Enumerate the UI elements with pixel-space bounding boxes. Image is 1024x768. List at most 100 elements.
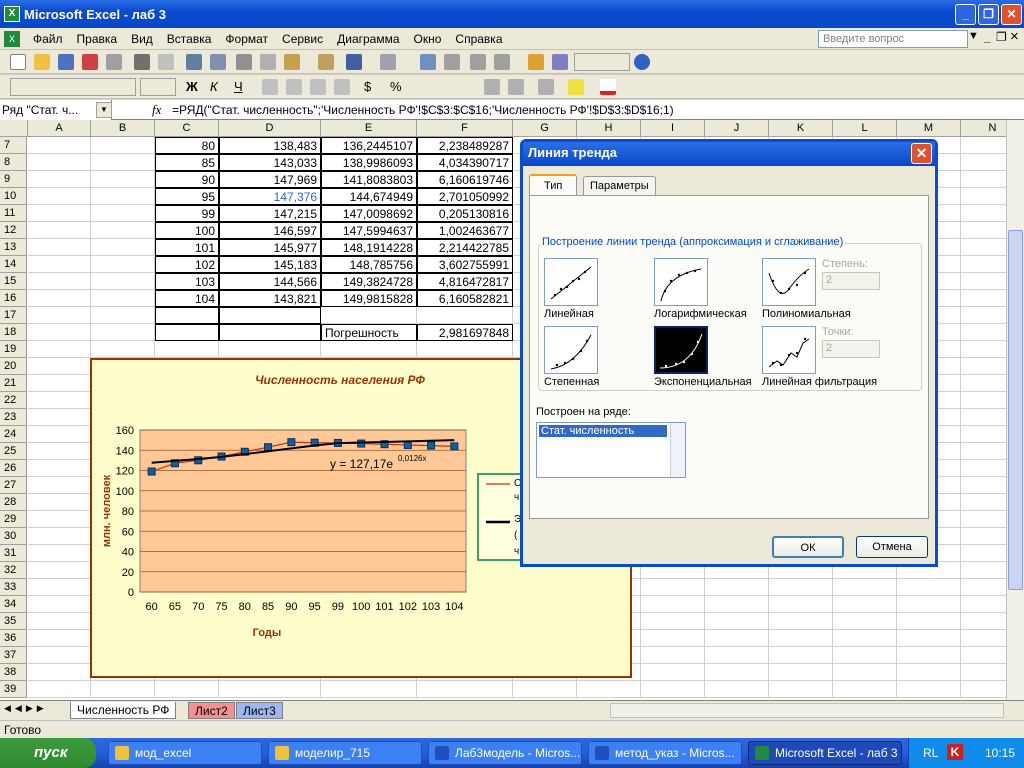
horizontal-scrollbar[interactable]	[610, 703, 1004, 718]
cell[interactable]	[28, 443, 91, 460]
column-header[interactable]: E	[321, 120, 417, 137]
data-cell[interactable]: 101	[155, 239, 219, 256]
data-cell[interactable]: 4,034390717	[417, 154, 513, 171]
antivirus-icon[interactable]: K	[947, 744, 963, 760]
cell[interactable]	[28, 664, 91, 681]
cell[interactable]	[705, 681, 769, 698]
cell[interactable]	[705, 613, 769, 630]
row-header[interactable]: 28	[0, 494, 27, 511]
row-header[interactable]: 15	[0, 273, 27, 290]
series-listbox[interactable]: Стат. численность	[536, 422, 686, 478]
cell[interactable]	[28, 256, 91, 273]
currency-button[interactable]: $	[364, 79, 371, 94]
data-cell[interactable]: 103	[155, 273, 219, 290]
cell[interactable]	[705, 647, 769, 664]
cell[interactable]	[28, 239, 91, 256]
column-header[interactable]: L	[833, 120, 897, 137]
row-header[interactable]: 21	[0, 375, 27, 392]
data-cell[interactable]: 149,9815828	[321, 290, 417, 307]
row-header[interactable]: 38	[0, 664, 27, 681]
column-header[interactable]: B	[91, 120, 155, 137]
row-header[interactable]: 25	[0, 443, 27, 460]
cell[interactable]	[28, 596, 91, 613]
cell[interactable]	[155, 324, 219, 341]
row-header[interactable]: 30	[0, 528, 27, 545]
cell[interactable]	[28, 409, 91, 426]
cell[interactable]	[897, 681, 961, 698]
tab-type[interactable]: Тип	[529, 174, 578, 196]
percent-button[interactable]: %	[390, 79, 402, 94]
cell[interactable]	[28, 358, 91, 375]
cell[interactable]	[641, 664, 705, 681]
cell[interactable]	[897, 630, 961, 647]
cell[interactable]	[28, 528, 91, 545]
sheet-tab-2[interactable]: Лист2	[188, 702, 235, 719]
data-cell[interactable]: 136,2445107	[321, 137, 417, 154]
cell[interactable]	[705, 664, 769, 681]
close-button[interactable]: ✕	[1001, 4, 1022, 25]
cell[interactable]	[321, 681, 417, 698]
email-icon[interactable]	[106, 54, 122, 70]
dialog-close-button[interactable]: ✕	[911, 143, 932, 164]
open-icon[interactable]	[34, 54, 50, 70]
cell[interactable]	[769, 647, 833, 664]
cell[interactable]	[705, 630, 769, 647]
row-header[interactable]: 7	[0, 137, 27, 154]
decrease-indent-icon[interactable]	[484, 79, 500, 95]
data-cell[interactable]: 146,597	[219, 222, 321, 239]
row-header[interactable]: 31	[0, 545, 27, 562]
points-spinner[interactable]: 2	[822, 340, 880, 358]
cell[interactable]	[91, 188, 155, 205]
sort-asc-icon[interactable]	[470, 54, 486, 70]
data-cell[interactable]: 143,821	[219, 290, 321, 307]
data-cell[interactable]: 6,160619746	[417, 171, 513, 188]
cell[interactable]	[28, 681, 91, 698]
permission-icon[interactable]	[82, 54, 98, 70]
menu-chart[interactable]: Диаграмма	[330, 32, 406, 46]
data-cell[interactable]: 85	[155, 154, 219, 171]
row-header[interactable]: 36	[0, 630, 27, 647]
paste-icon[interactable]	[284, 54, 300, 70]
data-cell[interactable]: 0,205130816	[417, 205, 513, 222]
row-header[interactable]: 18	[0, 324, 27, 341]
column-header[interactable]: F	[417, 120, 513, 137]
start-button[interactable]: пуск	[0, 738, 96, 768]
cell[interactable]	[219, 341, 321, 358]
column-header[interactable]: I	[641, 120, 705, 137]
cell[interactable]	[91, 273, 155, 290]
column-header[interactable]: D	[219, 120, 321, 137]
data-cell[interactable]: 145,183	[219, 256, 321, 273]
cell[interactable]	[155, 341, 219, 358]
cell[interactable]	[91, 171, 155, 188]
undo-icon[interactable]	[346, 54, 362, 70]
vertical-scroll-thumb[interactable]	[1008, 230, 1023, 590]
cell[interactable]	[897, 613, 961, 630]
trend-log-tile[interactable]	[654, 258, 708, 306]
italic-button[interactable]: К	[210, 79, 218, 94]
vertical-scrollbar[interactable]	[1006, 120, 1024, 700]
cell[interactable]	[28, 307, 91, 324]
cell[interactable]	[91, 681, 155, 698]
cell[interactable]	[417, 341, 513, 358]
data-cell[interactable]: 6,160582821	[417, 290, 513, 307]
cell[interactable]	[28, 460, 91, 477]
row-header[interactable]: 11	[0, 205, 27, 222]
cell[interactable]	[833, 630, 897, 647]
print-preview-icon[interactable]	[158, 54, 174, 70]
cell[interactable]	[28, 613, 91, 630]
sheet-tab-3[interactable]: Лист3	[236, 702, 283, 719]
font-size-select[interactable]	[140, 78, 176, 96]
cell[interactable]	[28, 494, 91, 511]
task-button-3[interactable]: Лаб3модель - Micros...	[428, 741, 582, 765]
cell[interactable]	[28, 579, 91, 596]
cell[interactable]	[28, 188, 91, 205]
ask-question-input[interactable]: Введите вопрос	[818, 30, 968, 48]
trend-linear-tile[interactable]	[544, 258, 598, 306]
redo-icon[interactable]	[380, 54, 396, 70]
data-cell[interactable]: 144,674949	[321, 188, 417, 205]
row-header[interactable]: 23	[0, 409, 27, 426]
new-icon[interactable]	[10, 54, 26, 70]
cell[interactable]	[91, 137, 155, 154]
row-header[interactable]: 29	[0, 511, 27, 528]
trend-exp-tile[interactable]	[654, 326, 708, 374]
